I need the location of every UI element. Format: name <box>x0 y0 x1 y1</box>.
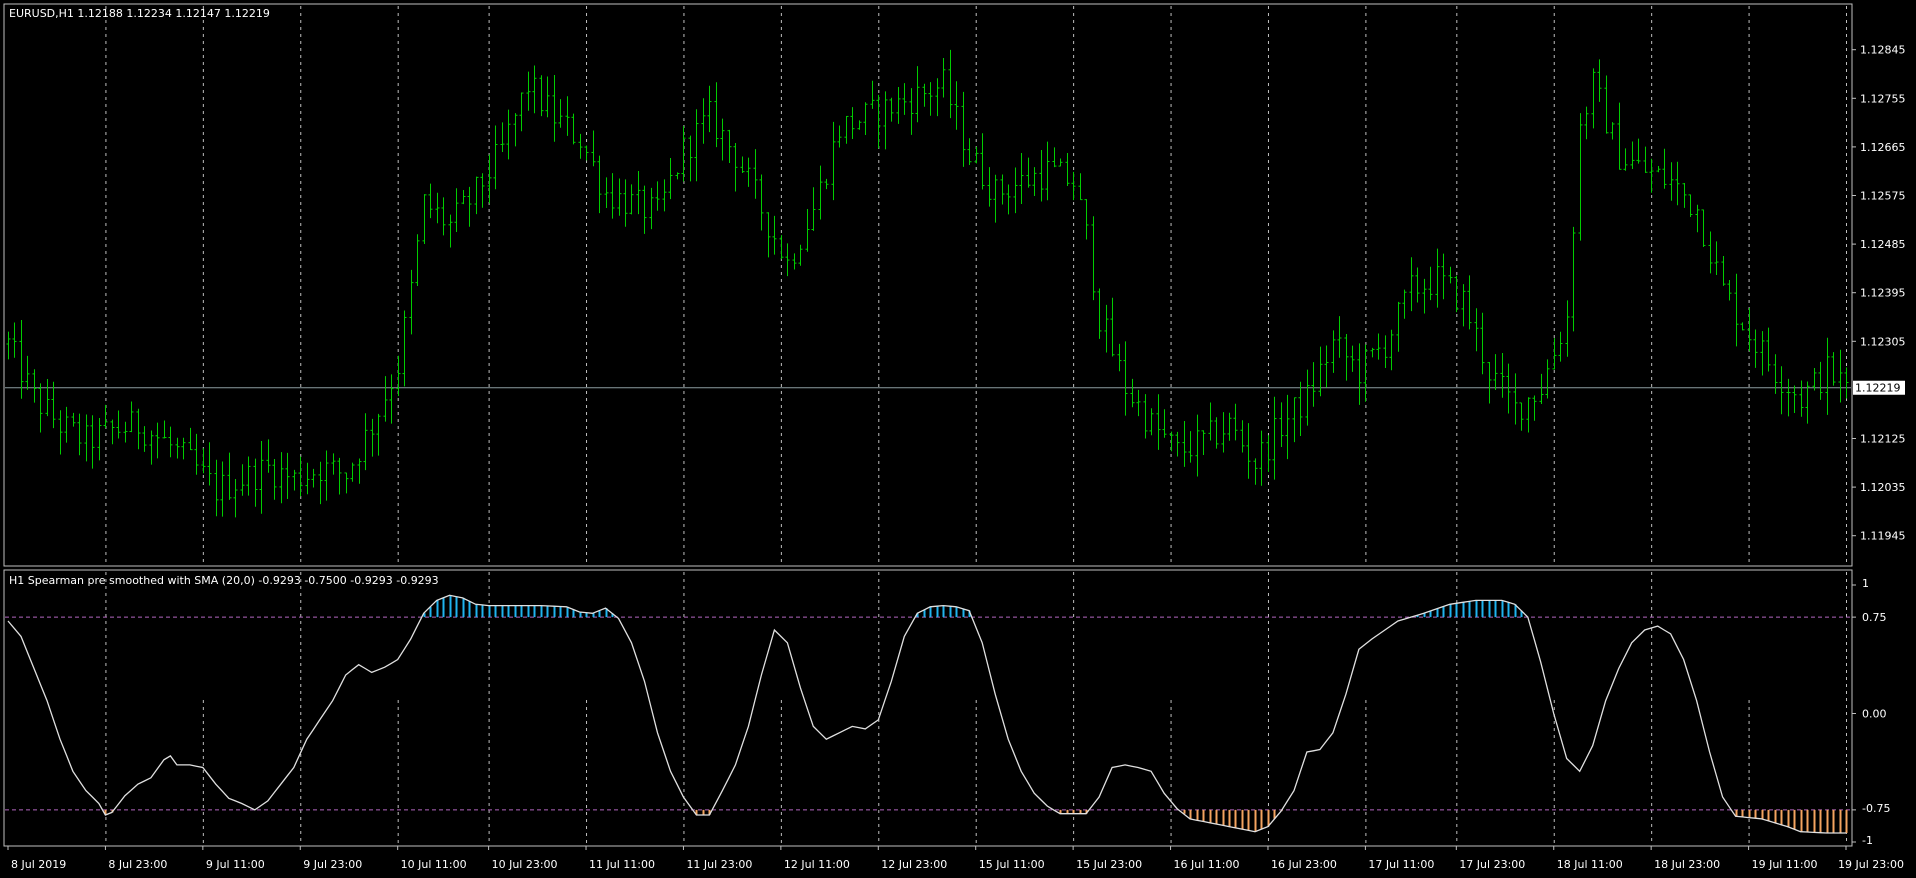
y-tick-label: 1.12485 <box>1860 238 1906 251</box>
x-tick-label: 19 Jul 23:00 <box>1838 858 1904 871</box>
x-tick-label: 16 Jul 11:00 <box>1174 858 1240 871</box>
x-tick-label: 9 Jul 23:00 <box>303 858 362 871</box>
price-chart-header: EURUSD,H1 1.12188 1.12234 1.12147 1.1221… <box>9 7 270 20</box>
x-tick-label: 10 Jul 11:00 <box>401 858 467 871</box>
y-tick-label: 0.00 <box>1862 708 1887 721</box>
x-tick-label: 15 Jul 11:00 <box>979 858 1045 871</box>
x-tick-label: 16 Jul 23:00 <box>1271 858 1337 871</box>
x-tick-label: 18 Jul 11:00 <box>1557 858 1623 871</box>
y-tick-label: 1.12305 <box>1860 335 1906 348</box>
x-tick-label: 11 Jul 23:00 <box>686 858 752 871</box>
x-tick-label: 11 Jul 11:00 <box>589 858 655 871</box>
chart-root: 1.12845 1.12755 1.12665 1.12575 1.12485 1.123… <box>0 0 1916 878</box>
svg-text:1.12219: 1.12219 <box>1855 382 1901 395</box>
y-tick-label: 1.12845 <box>1860 44 1906 57</box>
y-tick-label: 1.12665 <box>1860 141 1906 154</box>
x-tick-label: 15 Jul 23:00 <box>1076 858 1142 871</box>
x-tick-label: 17 Jul 11:00 <box>1368 858 1434 871</box>
y-tick-label: 1.11945 <box>1860 530 1906 543</box>
y-tick-label: -1 <box>1862 834 1873 847</box>
x-tick-label: 8 Jul 2019 <box>11 858 66 871</box>
background <box>0 0 1916 878</box>
y-tick-label: 0.75 <box>1862 611 1887 624</box>
y-tick-label: 1 <box>1862 577 1869 590</box>
x-tick-label: 19 Jul 11:00 <box>1752 858 1818 871</box>
y-tick-label: -0.75 <box>1862 802 1890 815</box>
y-tick-label: 1.12575 <box>1860 190 1906 203</box>
current-price-badge: 1.12219 <box>1853 380 1905 395</box>
x-tick-label: 17 Jul 23:00 <box>1459 858 1525 871</box>
y-tick-label: 1.12035 <box>1860 481 1906 494</box>
x-tick-label: 12 Jul 23:00 <box>881 858 947 871</box>
indicator-header: H1 Spearman pre smoothed with SMA (20,0)… <box>9 574 439 587</box>
x-tick-label: 10 Jul 23:00 <box>492 858 558 871</box>
x-tick-label: 9 Jul 11:00 <box>206 858 265 871</box>
x-tick-label: 8 Jul 23:00 <box>108 858 167 871</box>
x-tick-label: 12 Jul 11:00 <box>784 858 850 871</box>
x-tick-label: 18 Jul 23:00 <box>1654 858 1720 871</box>
y-tick-label: 1.12125 <box>1860 433 1906 446</box>
y-tick-label: 1.12395 <box>1860 287 1906 300</box>
y-tick-label: 1.12755 <box>1860 92 1906 105</box>
